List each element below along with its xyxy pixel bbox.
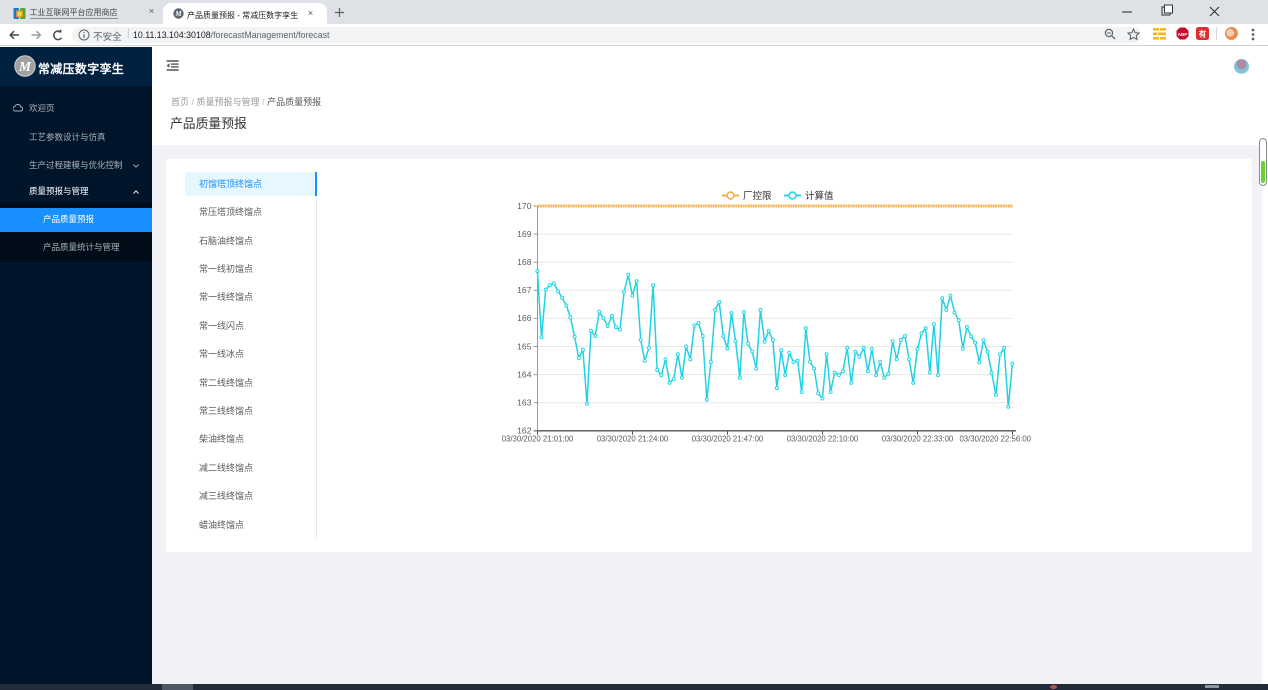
svg-text:168: 168 (517, 257, 532, 267)
svg-text:03/30/2020 22:10:00: 03/30/2020 22:10:00 (787, 434, 859, 443)
svg-text:170: 170 (517, 201, 532, 211)
svg-text:有: 有 (1199, 29, 1207, 39)
svg-text:164: 164 (517, 369, 532, 379)
svg-text:03/30/2020 21:01:00: 03/30/2020 21:01:00 (502, 434, 574, 443)
svg-text:M: M (174, 10, 182, 18)
svg-text:厂控限: 厂控限 (743, 190, 772, 202)
svg-text:169: 169 (517, 229, 532, 239)
svg-text:166: 166 (517, 313, 532, 323)
svg-text:ABP: ABP (1178, 32, 1188, 37)
svg-text:M: M (18, 59, 32, 74)
svg-text:03/30/2020 22:56:00: 03/30/2020 22:56:00 (959, 434, 1031, 443)
svg-text:163: 163 (517, 398, 532, 408)
svg-text:03/30/2020 22:33:00: 03/30/2020 22:33:00 (882, 434, 954, 443)
svg-text:167: 167 (517, 285, 532, 295)
svg-text:03/30/2020 21:47:00: 03/30/2020 21:47:00 (692, 434, 764, 443)
svg-text:165: 165 (517, 341, 532, 351)
svg-text:计算值: 计算值 (805, 190, 834, 202)
svg-text:03/30/2020 21:24:00: 03/30/2020 21:24:00 (597, 434, 669, 443)
